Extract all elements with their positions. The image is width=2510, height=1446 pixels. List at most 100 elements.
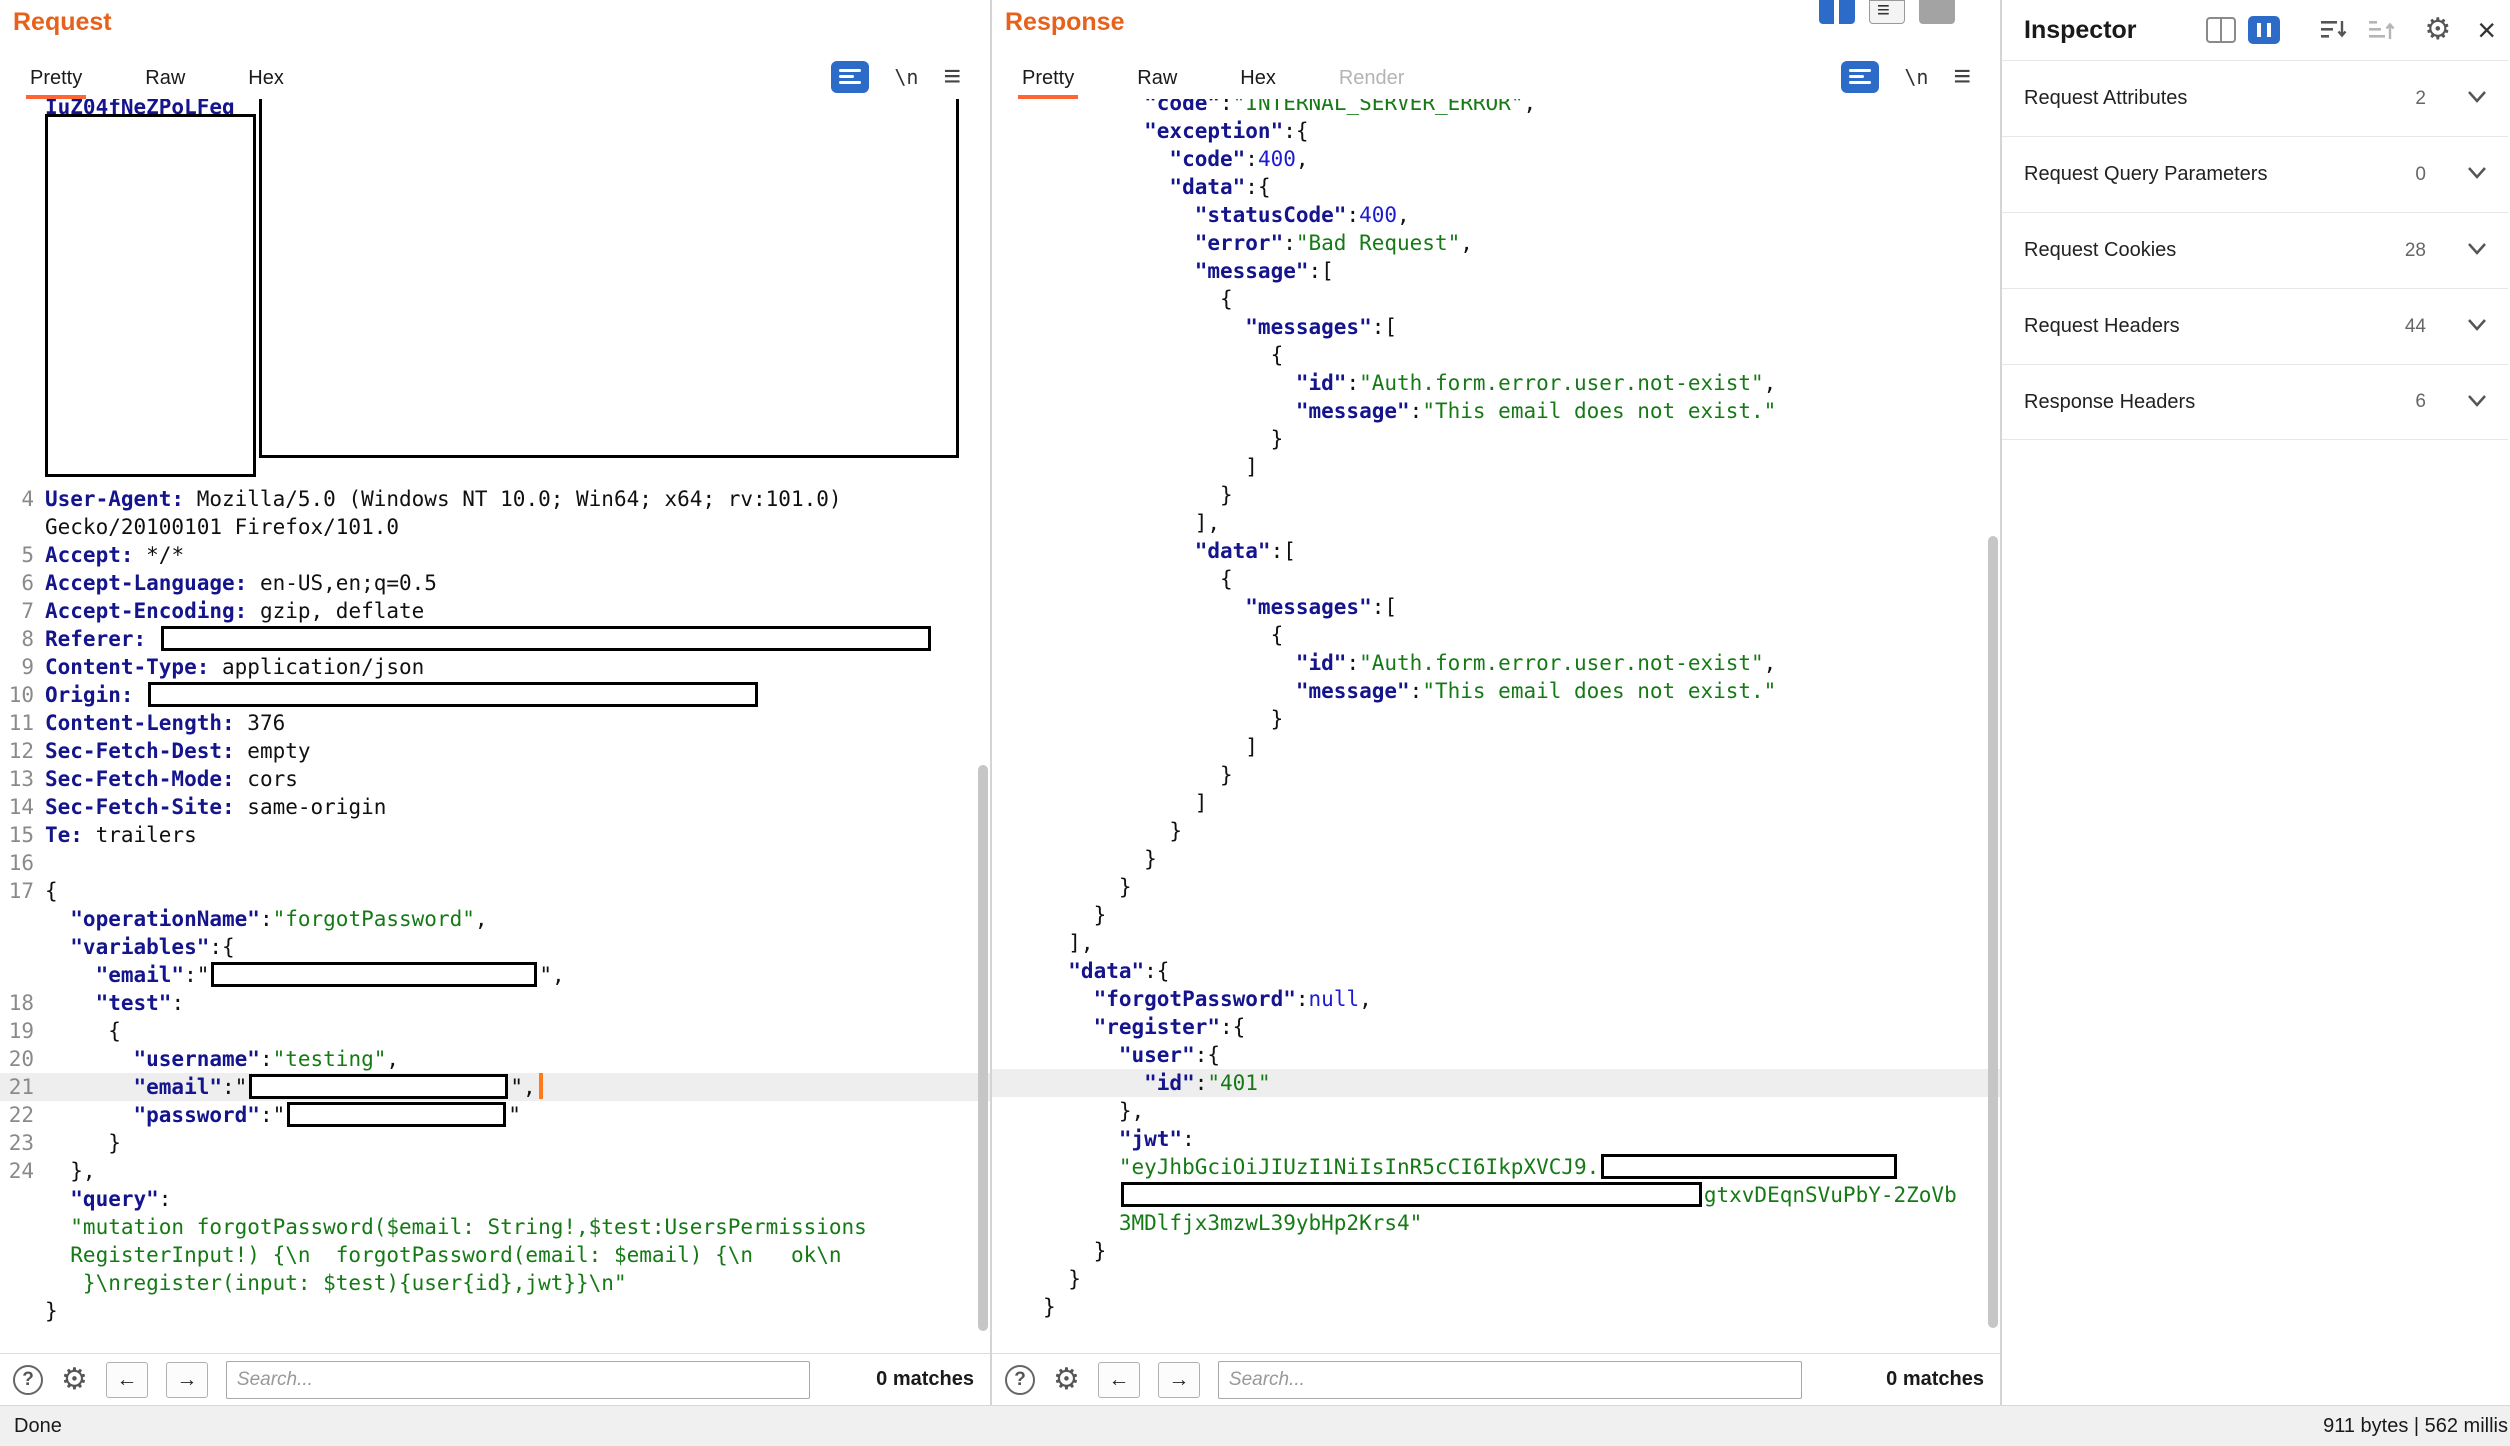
search-previous-button[interactable]: ← — [1098, 1362, 1140, 1398]
section-label: Request Query Parameters — [2024, 163, 2415, 186]
code-line: "jwt": — [992, 1125, 2000, 1153]
code-line: 24 }, — [0, 1157, 990, 1185]
redaction-box — [1121, 1182, 1702, 1207]
code-line: 4User-Agent: Mozilla/5.0 (Windows NT 10.… — [0, 485, 990, 513]
code-line: "data":[ — [992, 537, 2000, 565]
code-line: "exception":{ — [992, 117, 2000, 145]
gear-icon[interactable]: ⚙ — [1053, 1365, 1080, 1395]
request-editor[interactable]: IuZ04fNeZPoLFeqCGhxmOoQ8WXmtL44User-Agen… — [0, 99, 990, 1353]
search-next-button[interactable]: → — [166, 1362, 208, 1398]
response-search-bar: ? ⚙ ← → 0 matches — [992, 1353, 2000, 1405]
line-number: 23 — [0, 1129, 34, 1157]
code-line: } — [992, 425, 2000, 453]
code-line: }\nregister(input: $test){user{id},jwt}}… — [0, 1269, 990, 1297]
redaction-box — [259, 99, 959, 458]
line-number — [0, 345, 34, 373]
line-number — [0, 1185, 34, 1213]
tab-render[interactable]: Render — [1339, 57, 1405, 99]
line-number — [0, 177, 34, 205]
section-count: 0 — [2415, 164, 2426, 186]
code-line: "code":"INTERNAL_SERVER_ERROR", — [992, 99, 2000, 117]
show-newlines-button[interactable]: \n — [894, 65, 918, 89]
code-line: "mutation forgotPassword($email: String!… — [0, 1213, 990, 1241]
code-line: "id":"Auth.form.error.user.not-exist", — [992, 649, 2000, 677]
line-number: 20 — [0, 1045, 34, 1073]
tab-raw[interactable]: Raw — [1137, 57, 1177, 99]
request-panel-header: Request Pretty Raw Hex \n ≡ — [0, 0, 990, 99]
tab-hex[interactable]: Hex — [1240, 57, 1276, 99]
code-line: 3MDlfjx3mzwL39ybHp2Krs4" — [992, 1209, 2000, 1237]
help-icon[interactable]: ? — [13, 1365, 43, 1395]
code-line: 22 "password":"" — [0, 1101, 990, 1129]
inspector-settings-gear-icon[interactable]: ⚙ — [2424, 15, 2451, 45]
inspector-layout-selected-icon[interactable] — [2248, 16, 2280, 44]
inspector-close-icon[interactable]: × — [2477, 14, 2496, 46]
request-scrollbar[interactable] — [978, 765, 988, 1331]
code-line: Gecko/20100101 Firefox/101.0 — [0, 513, 990, 541]
inspector-header-icons: ⚙ × — [2206, 14, 2496, 46]
request-panel-title: Request — [13, 8, 112, 37]
response-tab-bar: Pretty Raw Hex Render — [1022, 57, 1404, 99]
code-line: 6Accept-Language: en-US,en;q=0.5 — [0, 569, 990, 597]
code-line: "data":{ — [992, 173, 2000, 201]
inspector-section-request-attributes[interactable]: Request Attributes2 — [2002, 60, 2508, 136]
line-number — [0, 513, 34, 541]
status-bar: Done 911 bytes | 562 millis — [0, 1405, 2510, 1446]
code-line: "email":"", — [0, 961, 990, 989]
inspector-section-request-headers[interactable]: Request Headers44 — [2002, 288, 2508, 364]
gear-icon[interactable]: ⚙ — [61, 1365, 88, 1395]
code-line: 19 { — [0, 1017, 990, 1045]
code-line: 18 "test": — [0, 989, 990, 1017]
response-search-input[interactable] — [1218, 1361, 1802, 1399]
expand-all-icon[interactable] — [2368, 17, 2396, 43]
redaction-box — [148, 682, 758, 707]
inspector-layout-outline-icon[interactable] — [2206, 17, 2236, 43]
editor-menu-icon[interactable]: ≡ — [943, 62, 961, 92]
inspector-section-request-query-parameters[interactable]: Request Query Parameters0 — [2002, 136, 2508, 212]
inspector-panel: Inspector ⚙ × Request Attributes2Request… — [2000, 0, 2508, 1405]
line-number — [0, 905, 34, 933]
code-line: ], — [992, 509, 2000, 537]
code-line: 12Sec-Fetch-Dest: empty — [0, 737, 990, 765]
code-line: "forgotPassword":null, — [992, 985, 2000, 1013]
response-scrollbar[interactable] — [1988, 536, 1998, 1328]
collapse-all-icon[interactable] — [2320, 17, 2348, 43]
response-panel: Response PrettyRawHexRender \n ≡ "code":… — [992, 0, 2000, 1405]
code-line: ] — [992, 789, 2000, 817]
search-next-button[interactable]: → — [1158, 1362, 1200, 1398]
code-line: RegisterInput!) {\n forgotPassword(email… — [0, 1241, 990, 1269]
line-number: 7 — [0, 597, 34, 625]
line-number — [0, 1269, 34, 1297]
inspector-section-response-headers[interactable]: Response Headers6 — [2002, 364, 2508, 440]
tab-pretty[interactable]: Pretty — [1022, 57, 1074, 99]
code-line: "operationName":"forgotPassword", — [0, 905, 990, 933]
inspector-header: Inspector ⚙ × — [2002, 0, 2508, 60]
section-count: 44 — [2405, 316, 2426, 338]
help-icon[interactable]: ? — [1005, 1365, 1035, 1395]
http-message-editor: Request Pretty Raw Hex \n ≡ IuZ04fNeZPoLFe… — [0, 0, 2510, 1405]
section-count: 28 — [2405, 240, 2426, 262]
show-newlines-button[interactable]: \n — [1904, 65, 1928, 89]
search-previous-button[interactable]: ← — [106, 1362, 148, 1398]
pretty-print-icon[interactable] — [1841, 61, 1879, 93]
tab-pretty[interactable]: Pretty — [30, 57, 82, 99]
response-search-matches: 0 matches — [1886, 1368, 1984, 1391]
editor-menu-icon[interactable]: ≡ — [1953, 62, 1971, 92]
code-line: { — [992, 621, 2000, 649]
code-line: } — [992, 1237, 2000, 1265]
line-number — [0, 121, 34, 149]
line-number — [0, 99, 34, 121]
tab-hex[interactable]: Hex — [248, 57, 284, 99]
tab-raw[interactable]: Raw — [145, 57, 185, 99]
code-line: gtxvDEqnSVuPbY-2ZoVb — [992, 1181, 2000, 1209]
code-line: "code":400, — [992, 145, 2000, 173]
chevron-down-icon — [2466, 391, 2488, 414]
pretty-print-icon[interactable] — [831, 61, 869, 93]
inspector-title: Inspector — [2024, 16, 2137, 45]
response-editor[interactable]: "code":"INTERNAL_SERVER_ERROR", "excepti… — [992, 99, 2000, 1353]
line-number — [0, 233, 34, 261]
line-number: 13 — [0, 765, 34, 793]
inspector-section-request-cookies[interactable]: Request Cookies28 — [2002, 212, 2508, 288]
line-number: 8 — [0, 625, 34, 653]
request-search-input[interactable] — [226, 1361, 810, 1399]
